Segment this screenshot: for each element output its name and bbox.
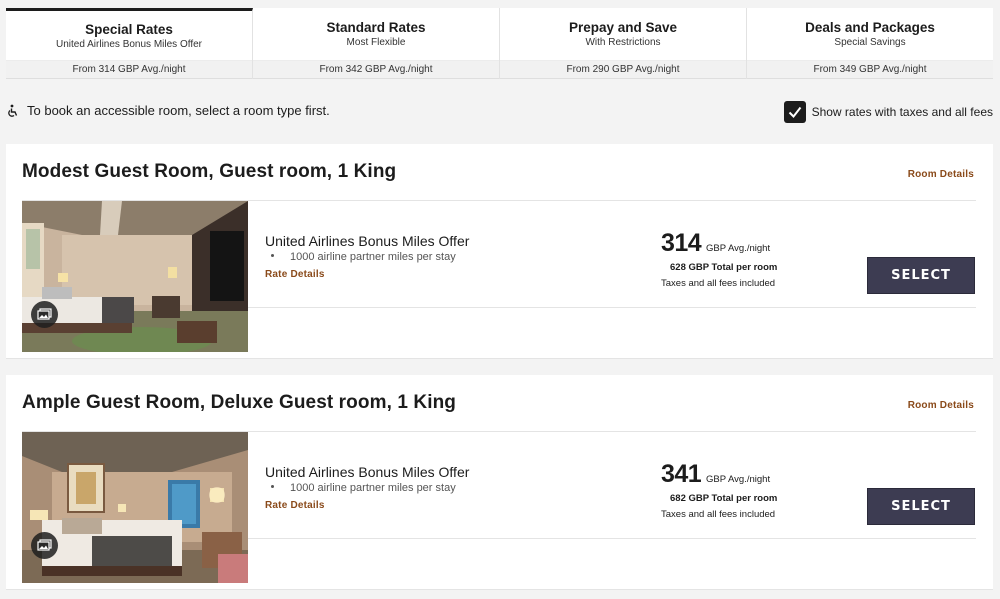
room-title: Modest Guest Room, Guest room, 1 King: [22, 161, 397, 182]
tab-prepay-and-save[interactable]: Prepay and Save With Restrictions From 2…: [500, 8, 747, 79]
room-details-link[interactable]: Room Details: [908, 169, 974, 180]
bullet-dot: [271, 253, 274, 257]
accessible-notice: To book an accessible room, select a roo…: [6, 103, 330, 118]
price-total: 628 GBP Total per room: [670, 262, 777, 273]
rate-tabs: Special Rates United Airlines Bonus Mile…: [6, 8, 993, 79]
tab-title: Special Rates: [85, 21, 173, 37]
offer-bullet: 1000 airline partner miles per stay: [271, 251, 456, 263]
price-total-amount: 682 GBP: [670, 493, 709, 504]
price-total-label: Total per room: [711, 493, 778, 504]
offer-title: United Airlines Bonus Miles Offer: [265, 464, 470, 480]
price-total-label: Total per room: [711, 262, 778, 273]
checkmark-icon: [788, 106, 801, 119]
offer-bullet-text: 1000 airline partner miles per stay: [290, 482, 456, 494]
room-details-link[interactable]: Room Details: [908, 400, 974, 411]
taxes-note: Taxes and all fees included: [661, 278, 776, 289]
tab-subtitle: With Restrictions: [585, 37, 661, 48]
gallery-icon[interactable]: [31, 532, 58, 559]
tab-title: Deals and Packages: [805, 20, 935, 35]
accessible-notice-text: To book an accessible room, select a roo…: [27, 103, 330, 118]
offer-title: United Airlines Bonus Miles Offer: [265, 233, 470, 249]
tab-subtitle: Special Savings: [834, 37, 906, 48]
price-unit: GBP Avg./night: [706, 243, 771, 254]
room-title: Ample Guest Room, Deluxe Guest room, 1 K…: [22, 392, 456, 413]
rate-details-link[interactable]: Rate Details: [265, 269, 325, 280]
tab-from-price: From 290 GBP Avg./night: [500, 60, 746, 79]
offer-bullet-text: 1000 airline partner miles per stay: [290, 251, 456, 263]
tab-standard-rates[interactable]: Standard Rates Most Flexible From 342 GB…: [253, 8, 500, 79]
room-photo[interactable]: [22, 201, 248, 352]
divider: [248, 538, 976, 539]
taxes-checkbox[interactable]: [783, 101, 806, 123]
tab-from-price: From 349 GBP Avg./night: [747, 60, 993, 79]
price-unit: GBP Avg./night: [706, 474, 771, 485]
offer-bullet: 1000 airline partner miles per stay: [271, 482, 456, 494]
price-total-amount: 628 GBP: [670, 262, 709, 273]
taxes-label: Show rates with taxes and all fees: [811, 105, 993, 119]
tab-title: Prepay and Save: [568, 20, 678, 35]
tab-from-price: From 342 GBP Avg./night: [253, 60, 499, 79]
taxes-toggle[interactable]: Show rates with taxes and all fees: [783, 101, 993, 123]
price-total: 682 GBP Total per room: [670, 493, 777, 504]
tab-deals-and-packages[interactable]: Deals and Packages Special Savings From …: [747, 8, 993, 79]
room-photo[interactable]: [22, 432, 248, 583]
tab-from-price: From 314 GBP Avg./night: [6, 60, 252, 79]
gallery-icon[interactable]: [31, 301, 58, 328]
wheelchair-icon: [6, 104, 20, 118]
room-card: Ample Guest Room, Deluxe Guest room, 1 K…: [6, 375, 993, 590]
divider: [248, 307, 976, 308]
price-per-night: 314: [661, 229, 702, 257]
room-card: Modest Guest Room, Guest room, 1 King Ro…: [6, 144, 993, 359]
select-button[interactable]: SELECT: [867, 488, 975, 525]
tab-subtitle: Most Flexible: [346, 37, 406, 48]
price-per-night: 341: [661, 460, 702, 488]
rate-details-link[interactable]: Rate Details: [265, 500, 325, 511]
tab-special-rates[interactable]: Special Rates United Airlines Bonus Mile…: [6, 8, 253, 79]
tab-title: Standard Rates: [326, 20, 426, 35]
taxes-note: Taxes and all fees included: [661, 509, 776, 520]
select-button[interactable]: SELECT: [867, 257, 975, 294]
bullet-dot: [271, 484, 274, 488]
tab-subtitle: United Airlines Bonus Miles Offer: [56, 38, 202, 50]
